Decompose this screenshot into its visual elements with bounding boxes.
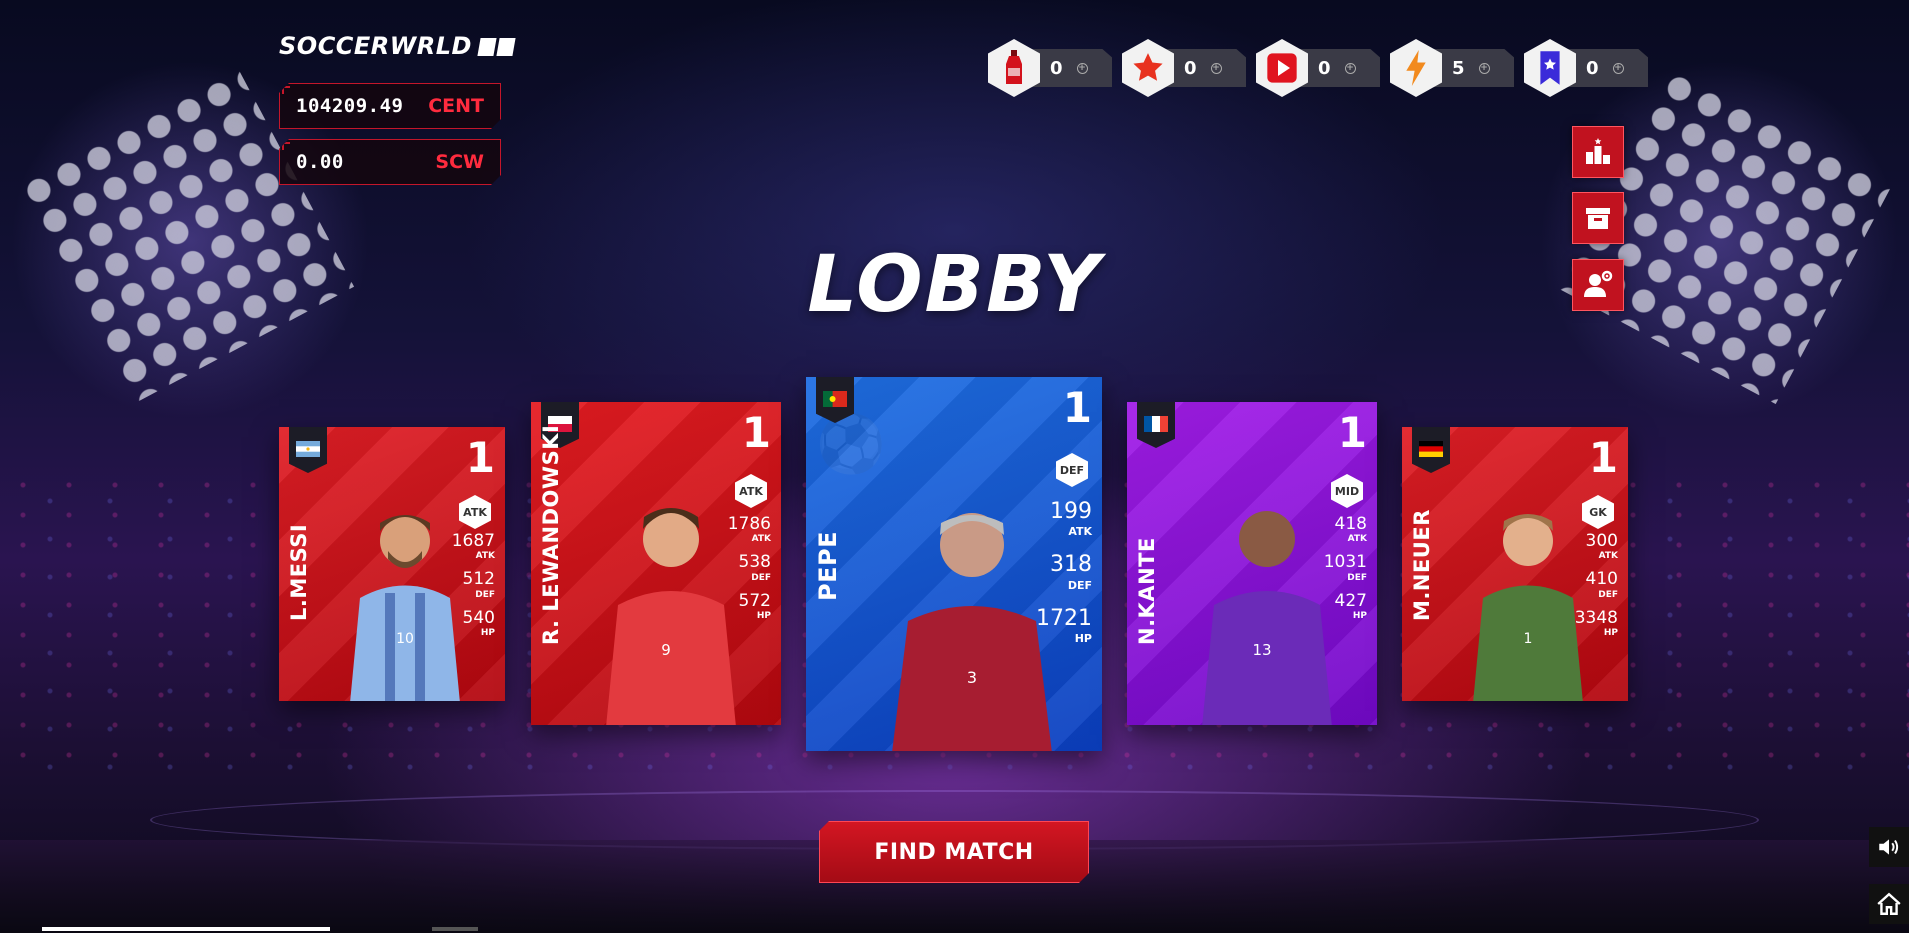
find-match-button[interactable]: FIND MATCH [819, 821, 1089, 883]
jersey-number: 13 [1252, 641, 1271, 659]
leaderboard-icon [1586, 138, 1610, 164]
flag-badge [1412, 427, 1450, 473]
player-avatar: 1 [1463, 493, 1593, 701]
player-card[interactable]: 1 ATK 1687 ATK 512 DEF 540 HP 10 L.MESSI [279, 427, 505, 701]
card-level: 1 [1337, 408, 1367, 457]
player-avatar: 3 [882, 473, 1062, 751]
card-level: 1 [465, 433, 495, 482]
balance-scw: 0.00 SCW [279, 139, 501, 185]
card-level: 1 [741, 408, 771, 457]
resource-lightning[interactable]: 5 + [1390, 38, 1514, 98]
resource-count: 5 [1452, 57, 1465, 79]
progress-marker [432, 927, 478, 931]
add-icon[interactable]: + [1344, 62, 1356, 74]
player-card[interactable]: 1 ATK 1786 ATK 538 DEF 572 HP 9 R. LEWANDOW… [531, 402, 781, 725]
logo-blocks-icon [476, 32, 516, 60]
home-icon [1877, 892, 1901, 915]
bottle-icon [988, 39, 1040, 97]
player-card[interactable]: 1 MID 418 ATK 1031 DEF 427 HP 13 N.KANTE [1127, 402, 1377, 725]
jersey-number: 9 [661, 641, 671, 659]
badge-icon [1524, 39, 1576, 97]
inventory-box-icon [1586, 208, 1610, 229]
germany-flag-icon [1419, 441, 1443, 457]
page-title: LOBBY [807, 240, 1102, 330]
add-icon[interactable]: + [1210, 62, 1222, 74]
balance-currency: CENT [428, 95, 484, 117]
flag-badge [1137, 402, 1175, 448]
player-avatar: 10 [340, 493, 470, 701]
add-icon[interactable]: + [1478, 62, 1490, 74]
card-watermark-logo: ⚽ [816, 412, 886, 477]
player-name: M.NEUER [1410, 509, 1434, 621]
resource-play[interactable]: 0 + [1256, 38, 1380, 98]
add-icon[interactable]: + [1612, 62, 1624, 74]
resource-count: 0 [1184, 57, 1197, 79]
card-level: 1 [1062, 383, 1092, 432]
balance-cent: 104209.49 CENT [279, 83, 501, 129]
star-icon [1122, 39, 1174, 97]
player-card-selected[interactable]: ⚽ 1 DEF 199 ATK 318 DEF 1721 HP 3 PEPE [806, 377, 1102, 751]
player-card[interactable]: 1 GK 300 ATK 410 DEF 3348 HP 1 M.NEUER [1402, 427, 1628, 701]
portugal-flag-icon [823, 391, 847, 407]
player-avatar: 9 [596, 477, 746, 725]
lightning-icon [1390, 39, 1442, 97]
player-name: L.MESSI [287, 523, 311, 621]
jersey-number: 10 [396, 631, 414, 647]
logo-text: SOCCERWRLD [279, 32, 472, 60]
play-icon [1256, 39, 1308, 97]
speaker-icon [1879, 839, 1899, 855]
balance-amount: 0.00 [296, 151, 344, 173]
france-flag-icon [1144, 416, 1168, 432]
jersey-number: 1 [1524, 631, 1533, 647]
card-level: 1 [1588, 433, 1618, 482]
sound-toggle-button[interactable] [1869, 827, 1909, 867]
flag-badge [816, 377, 854, 423]
leaderboard-button[interactable] [1572, 126, 1624, 178]
flag-badge [289, 427, 327, 473]
resource-count: 0 [1050, 57, 1063, 79]
progress-fill [42, 927, 330, 931]
resource-count: 0 [1318, 57, 1331, 79]
inventory-button[interactable] [1572, 192, 1624, 244]
add-icon[interactable]: + [1076, 62, 1088, 74]
player-name: PEPE [814, 531, 842, 601]
resource-count: 0 [1586, 57, 1599, 79]
argentina-flag-icon [296, 441, 320, 457]
balance-currency: SCW [435, 151, 484, 173]
loading-progress-bar [0, 927, 480, 933]
resource-bottle[interactable]: 0 + [988, 38, 1112, 98]
player-avatar: 13 [1192, 477, 1342, 725]
player-name: R. LEWANDOWSKI [539, 424, 563, 645]
home-button[interactable] [1869, 884, 1909, 924]
resource-badge[interactable]: 0 + [1524, 38, 1648, 98]
resource-bar: 0 + 0 + 0 + 5 + 0 + [988, 38, 1648, 98]
app-logo: SOCCERWRLD [279, 32, 516, 60]
jersey-number: 3 [967, 668, 977, 687]
player-name: N.KANTE [1135, 537, 1159, 645]
balance-amount: 104209.49 [296, 95, 404, 117]
resource-star[interactable]: 0 + [1122, 38, 1246, 98]
